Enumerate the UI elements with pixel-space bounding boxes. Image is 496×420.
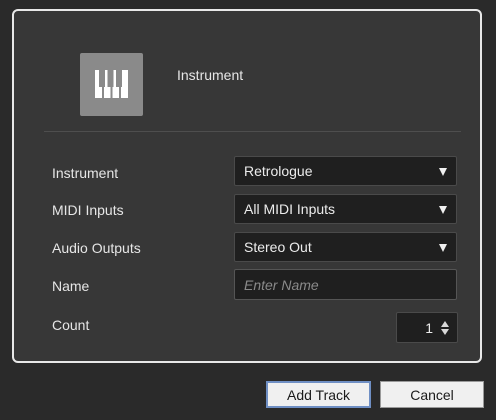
stepper-down-icon[interactable]	[441, 329, 449, 335]
piano-keys-icon	[80, 53, 143, 116]
track-type-label: Instrument	[177, 67, 244, 83]
midi-inputs-label: MIDI Inputs	[52, 202, 124, 218]
header-divider	[44, 131, 461, 132]
instrument-select-value: Retrologue	[244, 163, 313, 179]
add-track-button[interactable]: Add Track	[266, 381, 371, 408]
chevron-down-icon	[439, 206, 447, 214]
audio-outputs-select[interactable]: Stereo Out	[234, 232, 457, 262]
midi-inputs-select-value: All MIDI Inputs	[244, 201, 336, 217]
midi-inputs-select[interactable]: All MIDI Inputs	[234, 194, 457, 224]
cancel-button[interactable]: Cancel	[380, 381, 484, 408]
audio-outputs-label: Audio Outputs	[52, 240, 141, 256]
count-stepper[interactable]: 1	[396, 312, 458, 343]
name-input[interactable]	[234, 269, 457, 300]
count-value: 1	[425, 320, 433, 336]
stepper-up-icon[interactable]	[441, 321, 449, 327]
name-label: Name	[52, 278, 90, 294]
add-track-dialog: Instrument Instrument Retrologue MIDI In…	[0, 0, 496, 420]
chevron-down-icon	[439, 244, 447, 252]
chevron-down-icon	[439, 168, 447, 176]
track-settings-panel: Instrument Instrument Retrologue MIDI In…	[12, 9, 482, 363]
instrument-select[interactable]: Retrologue	[234, 156, 457, 186]
audio-outputs-select-value: Stereo Out	[244, 239, 312, 255]
instrument-label: Instrument	[52, 165, 119, 181]
count-label: Count	[52, 317, 90, 333]
